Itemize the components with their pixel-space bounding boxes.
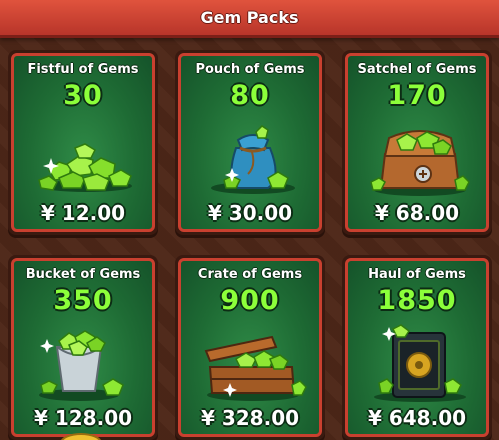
gem-pack-card[interactable]: Satchel of Gems 170 ¥ 68.00 (342, 50, 492, 235)
card-frame: Bucket of Gems 350 ¥ 128.00 (11, 258, 155, 437)
gem-pile-icon (38, 143, 132, 192)
price-label: ¥ 30.00 (207, 201, 293, 225)
price-label: ¥ 328.00 (200, 406, 300, 430)
header-bar: Gem Packs (0, 0, 499, 38)
gem-pack-card[interactable]: Crate of Gems 900 ¥ 328.00 (175, 255, 325, 440)
page-title: Gem Packs (200, 8, 299, 27)
card-frame: Satchel of Gems 170 ¥ 68.00 (345, 53, 489, 232)
gem-amount: 350 (53, 285, 113, 316)
gem-bucket-icon (39, 330, 124, 401)
gem-pack-card[interactable]: Fistful of Gems 30 ¥ 12.00 (8, 50, 158, 235)
pack-name: Pouch of Gems (195, 62, 305, 77)
pack-name: Fistful of Gems (27, 62, 139, 77)
price-label: ¥ 12.00 (40, 201, 126, 225)
pack-name: Haul of Gems (368, 267, 466, 282)
gem-crate-icon (204, 335, 307, 401)
gem-pack-grid: Fistful of Gems 30 ¥ 12.00 Pouch of Gems… (8, 50, 492, 440)
gem-amount: 900 (220, 285, 280, 316)
gem-pack-card[interactable]: Bucket of Gems 350 ¥ 128.00 (8, 255, 158, 440)
pack-name: Satchel of Gems (357, 62, 477, 77)
pack-name: Crate of Gems (197, 267, 303, 282)
card-frame: Haul of Gems 1850 ¥ 648.00 (345, 258, 489, 437)
gem-amount: 80 (230, 80, 270, 111)
price-label: ¥ 128.00 (33, 406, 133, 430)
pack-name: Bucket of Gems (25, 267, 141, 282)
price-label: ¥ 648.00 (367, 406, 467, 430)
gem-satchel-icon (370, 130, 470, 196)
price-label: ¥ 68.00 (374, 201, 460, 225)
gem-pack-card[interactable]: Haul of Gems 1850 ¥ 648.00 (342, 255, 492, 440)
gem-amount: 1850 (377, 285, 457, 316)
gem-safe-icon (374, 324, 466, 402)
card-frame: Crate of Gems 900 ¥ 328.00 (178, 258, 322, 437)
gem-amount: 170 (387, 80, 447, 111)
gem-amount: 30 (63, 80, 103, 111)
card-frame: Fistful of Gems 30 ¥ 12.00 (11, 53, 155, 232)
gem-pack-card[interactable]: Pouch of Gems 80 ¥ 30.00 (175, 50, 325, 235)
gem-pouch-icon (211, 125, 295, 194)
card-frame: Pouch of Gems 80 ¥ 30.00 (178, 53, 322, 232)
